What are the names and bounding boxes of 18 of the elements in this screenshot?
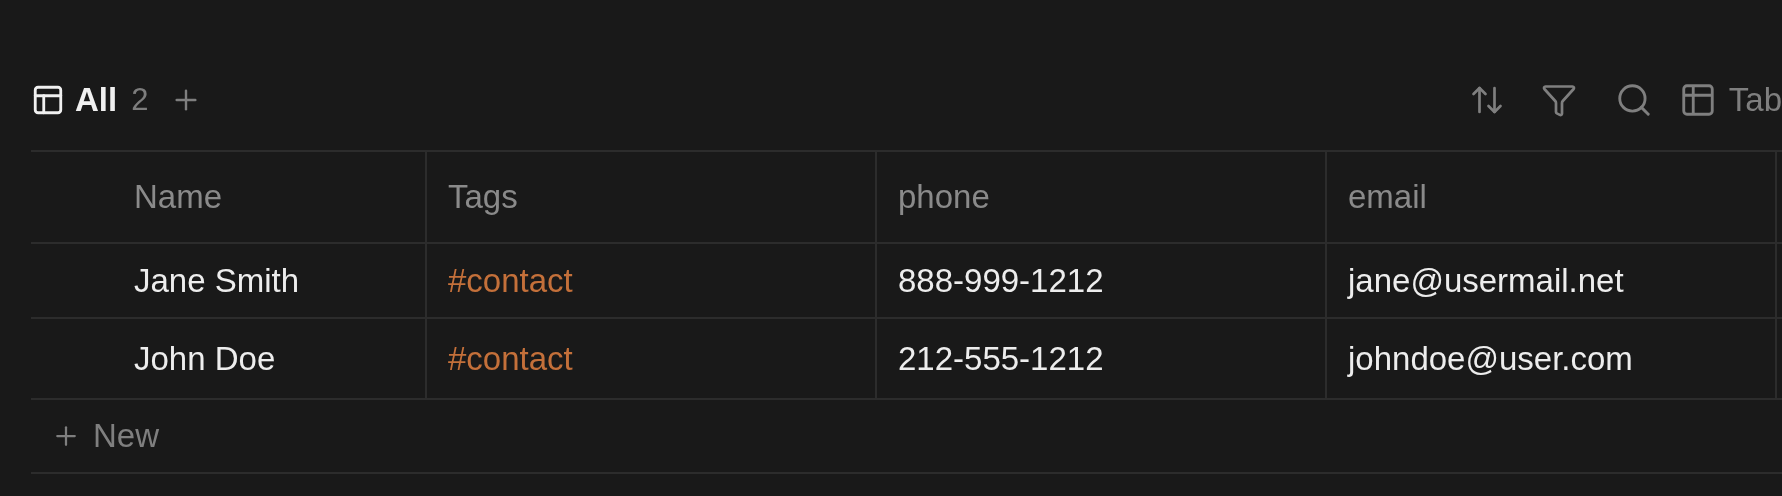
- tag-cell: #contact: [425, 244, 875, 319]
- column-header[interactable]: Tags: [425, 152, 875, 244]
- tag-cell: #contact: [425, 319, 875, 400]
- column-header[interactable]: email: [1325, 152, 1775, 244]
- column-header[interactable]: Name: [31, 152, 425, 244]
- table-cell: 888-999-1212: [875, 244, 1325, 319]
- layout-button[interactable]: Tab: [1678, 81, 1782, 119]
- view-count: 2: [131, 82, 149, 118]
- table-cell: Jane Smith: [31, 244, 425, 319]
- new-row-button[interactable]: New: [51, 417, 160, 455]
- table-cell: John Doe: [31, 319, 425, 400]
- table-cell: johndoe@user.com: [1325, 319, 1775, 400]
- table-cell: 212-555-1212: [875, 319, 1325, 400]
- column-header[interactable]: phone: [875, 152, 1325, 244]
- table-cell: jane@usermail.net: [1325, 244, 1775, 319]
- table-icon: [31, 83, 65, 117]
- filter-icon[interactable]: [1540, 82, 1577, 118]
- view-tab[interactable]: All 2: [31, 81, 149, 119]
